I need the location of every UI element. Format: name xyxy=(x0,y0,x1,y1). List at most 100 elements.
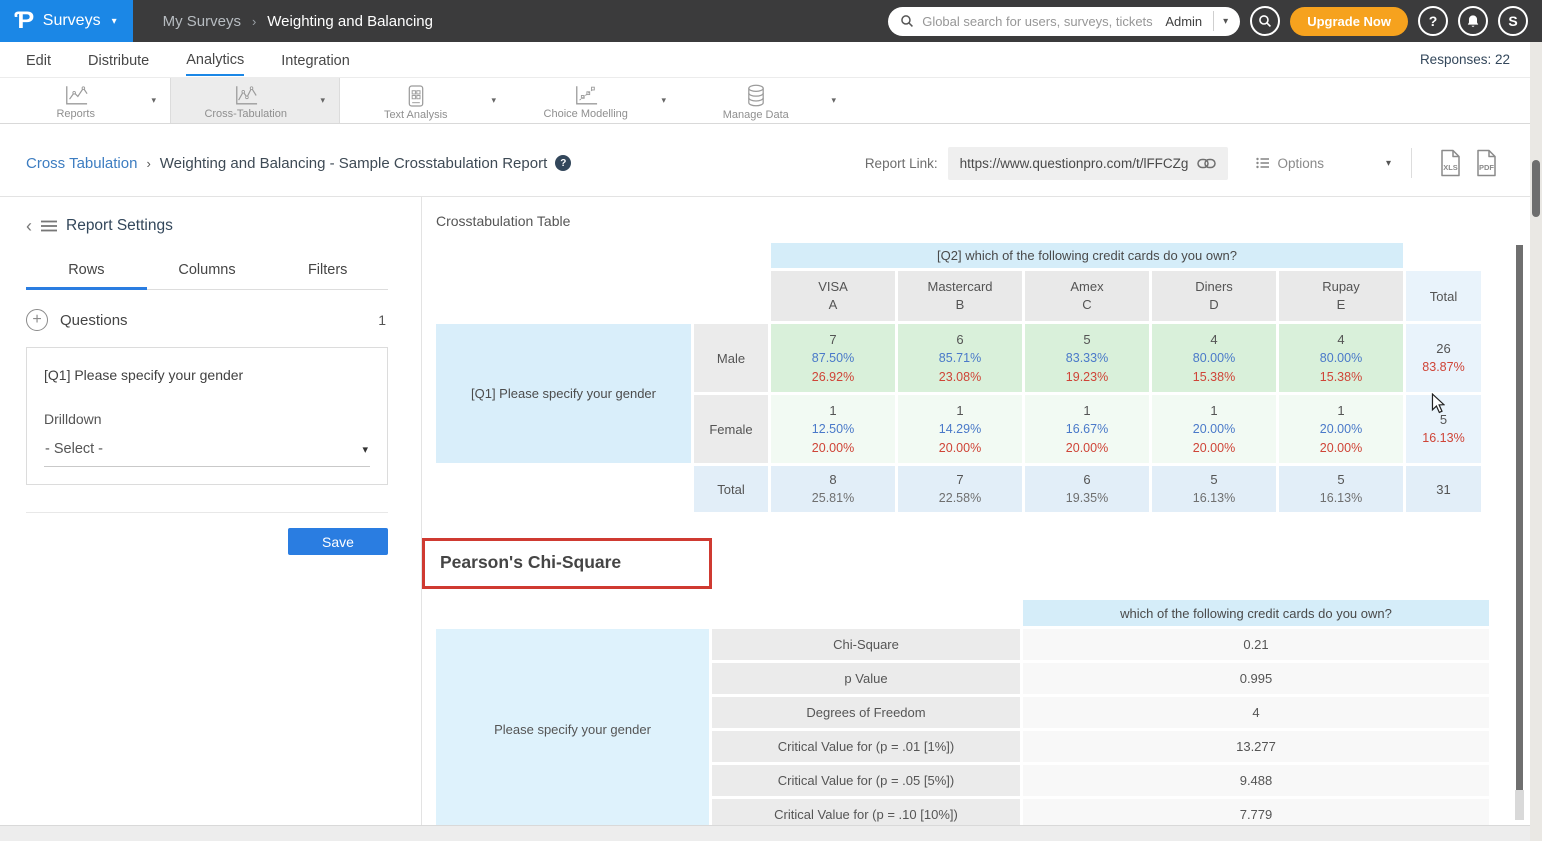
cross-tabulation-dropdown-caret[interactable]: ▾ xyxy=(320,95,339,106)
data-cell: 112.50%20.00% xyxy=(771,395,895,463)
toolbar-reports[interactable]: Reports ▾ xyxy=(0,78,170,123)
column-question-banner: [Q2] which of the following credit cards… xyxy=(771,243,1403,268)
total-cell: 516.13% xyxy=(1279,466,1403,512)
brand-label: Surveys xyxy=(43,12,101,30)
questions-count-badge: 1 xyxy=(378,312,388,328)
toolbar-label: Cross-Tabulation xyxy=(204,108,287,120)
settings-tabs: Rows Columns Filters xyxy=(26,256,388,290)
nav-distribute[interactable]: Distribute xyxy=(88,45,149,75)
tab-rows[interactable]: Rows xyxy=(26,256,147,290)
product-switcher[interactable]: Ƥ Surveys ▾ xyxy=(0,0,133,42)
toolbar-label: Text Analysis xyxy=(384,109,448,121)
metric-value: 4 xyxy=(1023,697,1489,728)
content-scrollbar-thumb[interactable] xyxy=(1516,245,1523,790)
header-breadcrumb: My Surveys › Weighting and Balancing xyxy=(163,13,433,30)
data-cell: 685.71%23.08% xyxy=(898,324,1022,392)
selected-question-card[interactable]: [Q1] Please specify your gender Drilldow… xyxy=(26,347,388,485)
report-url[interactable]: https://www.questionpro.com/t/lFFCZg xyxy=(960,156,1189,171)
data-cell: 480.00%15.38% xyxy=(1279,324,1403,392)
data-cell: 116.67%20.00% xyxy=(1025,395,1149,463)
drilldown-select[interactable]: - Select - ▾ xyxy=(44,441,370,467)
crosstab-section-title: Crosstabulation Table xyxy=(436,213,1530,229)
options-dropdown[interactable]: Options ▾ xyxy=(1256,156,1391,171)
page-title: Weighting and Balancing - Sample Crossta… xyxy=(160,155,547,172)
toolbar-cross-tabulation[interactable]: Cross-Tabulation ▾ xyxy=(170,78,340,123)
nav-analytics[interactable]: Analytics xyxy=(186,44,244,76)
manage-data-dropdown-caret[interactable]: ▾ xyxy=(831,95,850,106)
survey-nav: Edit Distribute Analytics Integration Re… xyxy=(0,42,1530,78)
divider xyxy=(1411,148,1412,178)
pearson-title: Pearson's Chi-Square xyxy=(440,552,621,573)
choice-modelling-dropdown-caret[interactable]: ▾ xyxy=(661,95,680,106)
toolbar-choice-modelling[interactable]: Choice Modelling ▾ xyxy=(510,78,680,123)
help-button[interactable]: ? xyxy=(1418,6,1448,36)
cross-tabulation-breadcrumb-link[interactable]: Cross Tabulation xyxy=(26,155,137,172)
text-analysis-dropdown-caret[interactable]: ▾ xyxy=(491,95,510,106)
avatar[interactable]: S xyxy=(1498,6,1528,36)
total-cell: 825.81% xyxy=(771,466,895,512)
line-chart-icon xyxy=(64,85,88,106)
collapse-panel-icon[interactable]: ‹ xyxy=(26,217,32,235)
save-button[interactable]: Save xyxy=(288,528,388,555)
panel-title: Report Settings xyxy=(66,217,173,235)
metric-value: 9.488 xyxy=(1023,765,1489,796)
upgrade-button[interactable]: Upgrade Now xyxy=(1290,7,1408,36)
empty-cell xyxy=(1406,243,1481,268)
column-header: AmexC xyxy=(1025,271,1149,321)
data-cell: 583.33%19.23% xyxy=(1025,324,1149,392)
metric-label: Critical Value for (p = .05 [5%]) xyxy=(712,765,1020,796)
content-scrollbar-track-end xyxy=(1515,790,1524,820)
search-icon xyxy=(900,14,914,28)
mouse-cursor xyxy=(1431,393,1445,414)
export-xls-button[interactable]: XLS xyxy=(1438,149,1462,177)
window-scrollbar-track[interactable] xyxy=(1530,42,1542,841)
add-question-button[interactable]: + xyxy=(26,309,48,331)
metric-value: 13.277 xyxy=(1023,731,1489,762)
search-submit-button[interactable] xyxy=(1250,6,1280,36)
row-question-cell: [Q1] Please specify your gender xyxy=(436,324,691,463)
chevron-right-icon: › xyxy=(252,14,256,29)
column-header: RupayE xyxy=(1279,271,1403,321)
options-caret[interactable]: ▾ xyxy=(1386,158,1391,169)
row-label-female: Female xyxy=(694,395,768,463)
export-pdf-button[interactable]: PDF xyxy=(1474,149,1498,177)
breadcrumb-my-surveys-link[interactable]: My Surveys xyxy=(163,13,241,30)
bell-icon xyxy=(1466,14,1480,29)
empty-cell xyxy=(436,466,691,512)
toolbar-text-analysis[interactable]: Text Analysis ▾ xyxy=(340,78,510,123)
grand-total-cell: 31 xyxy=(1406,466,1481,512)
tab-filters[interactable]: Filters xyxy=(267,256,388,289)
questionpro-logo-icon: Ƥ xyxy=(15,9,35,33)
toolbar-manage-data[interactable]: Manage Data ▾ xyxy=(680,78,850,123)
empty-cell xyxy=(436,243,768,268)
toolbar-label: Reports xyxy=(56,108,95,120)
metric-label: Chi-Square xyxy=(712,629,1020,660)
metric-label: Critical Value for (p = .01 [1%]) xyxy=(712,731,1020,762)
reports-dropdown-caret[interactable]: ▾ xyxy=(151,95,170,106)
search-input[interactable] xyxy=(922,14,1165,29)
drilldown-caret-icon: ▾ xyxy=(362,443,368,456)
global-search[interactable]: Admin ▾ xyxy=(888,7,1240,36)
total-row-label: Total xyxy=(694,466,768,512)
scatter-chart-icon xyxy=(574,85,598,106)
metric-label: Degrees of Freedom xyxy=(712,697,1020,728)
nav-integration[interactable]: Integration xyxy=(281,45,350,75)
data-cell: 480.00%15.38% xyxy=(1152,324,1276,392)
xls-file-icon: XLS xyxy=(1438,149,1462,177)
chi-column-header: which of the following credit cards do y… xyxy=(1023,600,1489,626)
nav-edit[interactable]: Edit xyxy=(26,45,51,75)
report-link-field[interactable]: https://www.questionpro.com/t/lFFCZg xyxy=(948,147,1229,180)
divider xyxy=(26,512,388,513)
toolbar-label: Choice Modelling xyxy=(544,108,628,120)
report-help-icon[interactable]: ? xyxy=(555,155,571,171)
app-window: Ƥ Surveys ▾ My Surveys › Weighting and B… xyxy=(0,0,1542,841)
search-icon xyxy=(1258,14,1272,28)
notifications-button[interactable] xyxy=(1458,6,1488,36)
data-cell: 120.00%20.00% xyxy=(1279,395,1403,463)
window-scrollbar-thumb[interactable] xyxy=(1532,160,1540,217)
search-scope-dropdown-caret[interactable]: ▾ xyxy=(1223,16,1230,27)
data-cell: 114.29%20.00% xyxy=(898,395,1022,463)
hamburger-menu-icon[interactable] xyxy=(41,220,57,232)
tab-columns[interactable]: Columns xyxy=(147,256,268,289)
text-analysis-icon xyxy=(406,85,426,107)
